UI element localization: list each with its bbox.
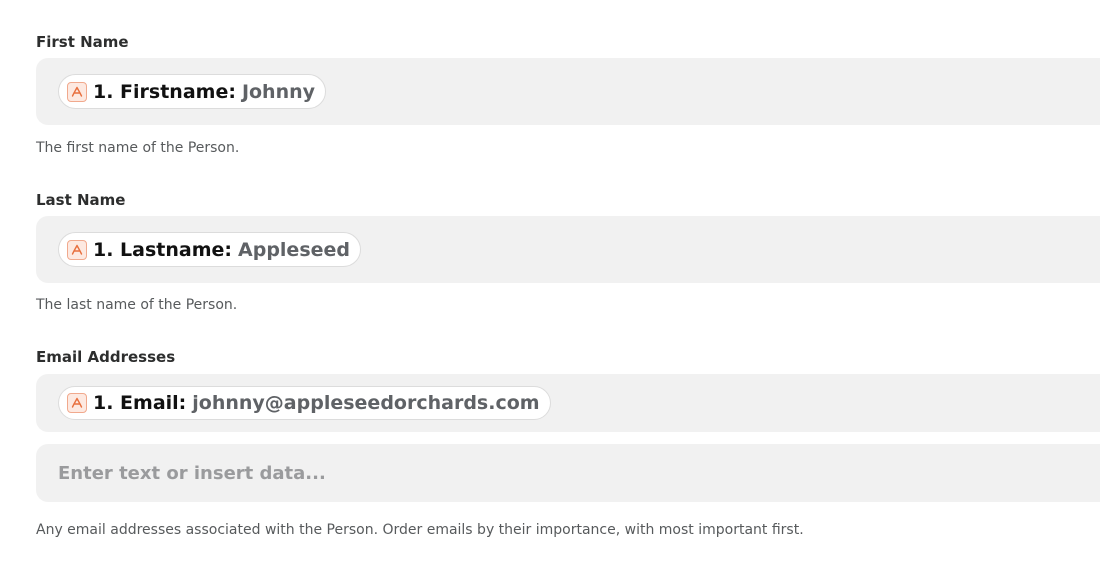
person-form: First Name 1. Firstname: Johnny The firs… (0, 0, 1100, 572)
app-logo-icon (67, 393, 87, 413)
first-name-label: First Name (36, 33, 129, 51)
first-name-pill-key: 1. Firstname: (93, 80, 236, 103)
app-logo-icon (67, 81, 87, 102)
email-pill-key: 1. Email: (93, 392, 187, 414)
first-name-data-pill[interactable]: 1. Firstname: Johnny (58, 74, 327, 109)
last-name-data-pill[interactable]: 1. Lastname: Appleseed (58, 232, 362, 267)
last-name-label: Last Name (36, 191, 126, 209)
email-field-1[interactable]: 1. Email: johnny@appleseedorchards.com (36, 374, 1100, 432)
last-name-field[interactable]: 1. Lastname: Appleseed (36, 216, 1100, 283)
first-name-pill-value: Johnny (241, 80, 316, 103)
first-name-field[interactable]: 1. Firstname: Johnny (36, 58, 1100, 125)
email-addresses-help: Any email addresses associated with the … (36, 522, 804, 538)
last-name-pill-value: Appleseed (238, 238, 351, 261)
email-addresses-label: Email Addresses (36, 348, 176, 366)
first-name-help: The first name of the Person. (36, 140, 240, 156)
email-pill-value: johnny@appleseedorchards.com (192, 392, 540, 414)
email-field-2[interactable]: Enter text or insert data... (36, 444, 1100, 502)
email-input-placeholder: Enter text or insert data... (58, 462, 326, 484)
last-name-help: The last name of the Person. (36, 297, 238, 313)
app-logo-icon (67, 239, 87, 260)
last-name-pill-key: 1. Lastname: (93, 238, 233, 261)
email-data-pill[interactable]: 1. Email: johnny@appleseedorchards.com (58, 386, 551, 420)
